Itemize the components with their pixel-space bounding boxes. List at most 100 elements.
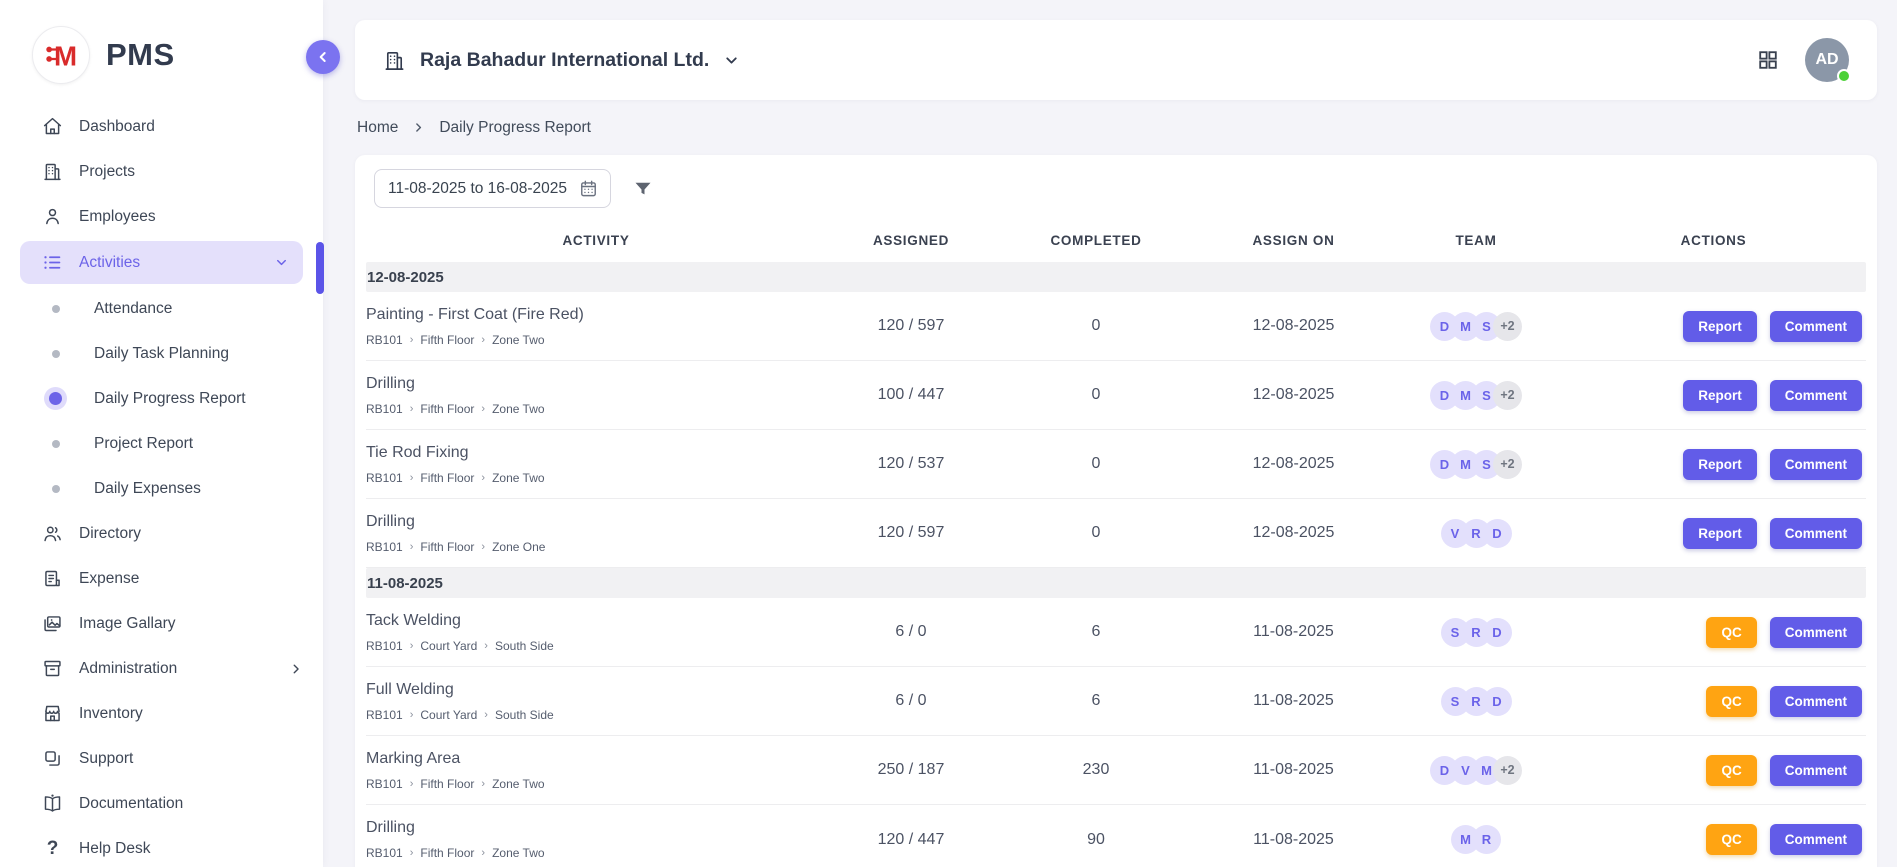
- report-button[interactable]: Report: [1683, 518, 1757, 549]
- breadcrumb-home[interactable]: Home: [357, 119, 398, 137]
- team-avatar[interactable]: D: [1483, 687, 1512, 716]
- sidebar-item-documentation[interactable]: Documentation: [0, 781, 323, 826]
- activity-title: Tack Welding: [366, 612, 826, 630]
- assign-on-value: 11-08-2025: [1196, 831, 1391, 849]
- comment-button[interactable]: Comment: [1770, 824, 1862, 855]
- assigned-value: 6 / 0: [826, 623, 996, 641]
- sidebar-item-administration[interactable]: Administration: [0, 646, 323, 691]
- path-segment: RB101: [366, 471, 403, 485]
- comment-button[interactable]: Comment: [1770, 518, 1862, 549]
- sidebar-item-label: Administration: [79, 660, 177, 678]
- path-segment: RB101: [366, 846, 403, 860]
- sidebar-item-daily-expenses[interactable]: Daily Expenses: [0, 466, 323, 511]
- activity-path: RB101›Court Yard›South Side: [366, 708, 826, 722]
- assigned-value: 120 / 537: [826, 455, 996, 473]
- qc-button[interactable]: QC: [1706, 824, 1756, 855]
- qc-button[interactable]: QC: [1706, 755, 1756, 786]
- grid-icon: [1757, 49, 1779, 71]
- comment-button[interactable]: Comment: [1770, 380, 1862, 411]
- sidebar-item-attendance[interactable]: Attendance: [0, 286, 323, 331]
- row-actions: QC Comment: [1561, 686, 1866, 717]
- team-avatars: DMS+2: [1391, 450, 1561, 479]
- date-group-header: 11-08-2025: [366, 568, 1866, 598]
- avatar[interactable]: AD: [1805, 38, 1849, 82]
- sidebar-item-activities[interactable]: Activities: [20, 241, 303, 284]
- apps-grid-button[interactable]: [1757, 49, 1779, 71]
- chevron-down-icon: [723, 52, 740, 69]
- archive-icon: [42, 658, 63, 679]
- online-status-dot: [1837, 69, 1851, 83]
- report-button[interactable]: Report: [1683, 380, 1757, 411]
- table-row: Drilling RB101›Fifth Floor›Zone Two 100 …: [366, 361, 1866, 430]
- sidebar-collapse-button[interactable]: [306, 40, 340, 74]
- breadcrumb-current: Daily Progress Report: [439, 119, 591, 137]
- app-logo[interactable]: M PMS: [0, 0, 323, 100]
- assigned-value: 6 / 0: [826, 692, 996, 710]
- comment-button[interactable]: Comment: [1770, 449, 1862, 480]
- list-icon: [42, 252, 63, 273]
- table-row: Drilling RB101›Fifth Floor›Zone One 120 …: [366, 499, 1866, 568]
- activity-title: Drilling: [366, 513, 826, 531]
- sidebar-item-label: Daily Expenses: [94, 480, 201, 498]
- funnel-icon: [633, 179, 653, 199]
- column-header-team: TEAM: [1391, 233, 1561, 248]
- report-card: 11-08-2025 to 16-08-2025 ACTIVITY ASSIGN…: [355, 155, 1877, 867]
- path-separator-icon: ›: [410, 640, 414, 652]
- activity-title: Drilling: [366, 375, 826, 393]
- sidebar-item-expense[interactable]: Expense: [0, 556, 323, 601]
- assign-on-value: 12-08-2025: [1196, 455, 1391, 473]
- sidebar-item-image-gallary[interactable]: Image Gallary: [0, 601, 323, 646]
- team-extra-count[interactable]: +2: [1493, 450, 1522, 479]
- sidebar-item-support[interactable]: Support: [0, 736, 323, 781]
- path-segment: South Side: [495, 708, 554, 722]
- comment-button[interactable]: Comment: [1770, 755, 1862, 786]
- sidebar-item-daily-progress-report[interactable]: Daily Progress Report: [0, 376, 323, 421]
- path-segment: RB101: [366, 639, 403, 653]
- team-avatars: MR: [1391, 825, 1561, 854]
- sidebar-item-label: Help Desk: [79, 840, 151, 858]
- path-segment: RB101: [366, 333, 403, 347]
- office-building-icon: [383, 49, 406, 72]
- sidebar-item-projects[interactable]: Projects: [0, 149, 323, 194]
- sidebar-item-inventory[interactable]: Inventory: [0, 691, 323, 736]
- activity-title: Drilling: [366, 819, 826, 837]
- comment-button[interactable]: Comment: [1770, 617, 1862, 648]
- team-avatar[interactable]: R: [1472, 825, 1501, 854]
- qc-button[interactable]: QC: [1706, 617, 1756, 648]
- team-avatar[interactable]: D: [1483, 618, 1512, 647]
- path-separator-icon: ›: [481, 403, 485, 415]
- qc-button[interactable]: QC: [1706, 686, 1756, 717]
- assign-on-value: 12-08-2025: [1196, 524, 1391, 542]
- comment-button[interactable]: Comment: [1770, 686, 1862, 717]
- team-extra-count[interactable]: +2: [1493, 381, 1522, 410]
- sidebar-item-label: Documentation: [79, 795, 183, 813]
- company-selector[interactable]: Raja Bahadur International Ltd.: [383, 49, 740, 72]
- sidebar-item-daily-task-planning[interactable]: Daily Task Planning: [0, 331, 323, 376]
- sidebar-item-directory[interactable]: Directory: [0, 511, 323, 556]
- path-segment: Fifth Floor: [420, 402, 474, 416]
- activity-path: RB101›Fifth Floor›Zone Two: [366, 333, 826, 347]
- comment-button[interactable]: Comment: [1770, 311, 1862, 342]
- path-segment: Fifth Floor: [420, 540, 474, 554]
- chevron-down-icon: [274, 255, 289, 270]
- sidebar-item-help-desk[interactable]: ? Help Desk: [0, 826, 323, 867]
- sidebar-item-dashboard[interactable]: Dashboard: [0, 104, 323, 149]
- sidebar-item-project-report[interactable]: Project Report: [0, 421, 323, 466]
- row-actions: Report Comment: [1561, 449, 1866, 480]
- sidebar-item-employees[interactable]: Employees: [0, 194, 323, 239]
- activity-path: RB101›Fifth Floor›Zone Two: [366, 471, 826, 485]
- report-button[interactable]: Report: [1683, 449, 1757, 480]
- table-header: ACTIVITY ASSIGNED COMPLETED ASSIGN ON TE…: [366, 218, 1866, 262]
- column-header-assign-on: ASSIGN ON: [1196, 233, 1391, 248]
- team-extra-count[interactable]: +2: [1493, 756, 1522, 785]
- filter-button[interactable]: [633, 179, 653, 199]
- team-extra-count[interactable]: +2: [1493, 312, 1522, 341]
- main-area: Raja Bahadur International Ltd. AD Home …: [323, 0, 1897, 867]
- table-row: Drilling RB101›Fifth Floor›Zone Two 120 …: [366, 805, 1866, 867]
- bullet-icon: [52, 440, 60, 448]
- assign-on-value: 11-08-2025: [1196, 623, 1391, 641]
- report-button[interactable]: Report: [1683, 311, 1757, 342]
- date-range-input[interactable]: 11-08-2025 to 16-08-2025: [374, 169, 611, 208]
- team-avatar[interactable]: D: [1483, 519, 1512, 548]
- assigned-value: 100 / 447: [826, 386, 996, 404]
